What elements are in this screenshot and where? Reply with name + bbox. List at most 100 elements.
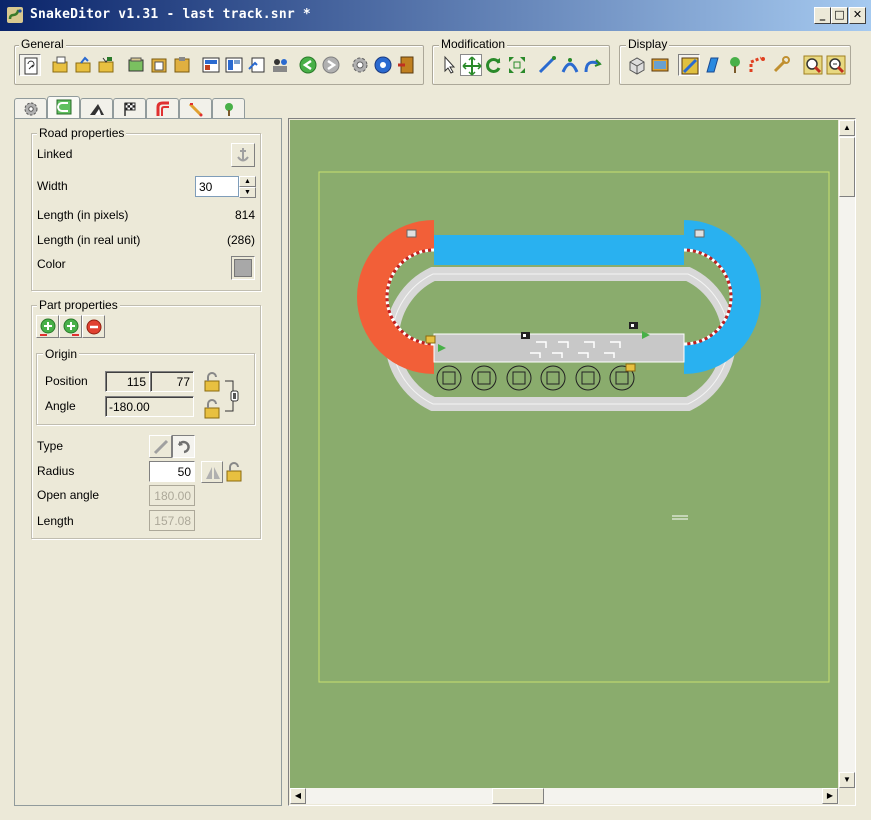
open-recent-icon[interactable] xyxy=(72,54,94,76)
scale-tool-icon[interactable] xyxy=(506,54,528,76)
width-spinner[interactable]: ▲ ▼ xyxy=(239,176,256,199)
tab-general[interactable] xyxy=(14,98,47,118)
scroll-up-icon[interactable]: ▲ xyxy=(839,120,855,136)
mirror-icon xyxy=(206,467,220,479)
zoom-out-icon[interactable] xyxy=(825,54,847,76)
gear-icon xyxy=(24,102,38,116)
position-y-field[interactable]: 77 xyxy=(150,371,194,392)
title-bar[interactable]: SnakeDitor v1.31 - last track.snr * _ □ … xyxy=(0,0,871,31)
lock-icon xyxy=(226,462,242,482)
rotate-tool-icon[interactable] xyxy=(483,54,505,76)
undo-icon[interactable] xyxy=(297,54,319,76)
layout-icon[interactable] xyxy=(223,54,245,76)
toolbar: General Modification Display xyxy=(0,31,871,91)
zoom-in-icon[interactable] xyxy=(802,54,824,76)
length-label: Length xyxy=(37,514,74,528)
origin-legend: Origin xyxy=(43,347,80,361)
open-angle-label: Open angle xyxy=(37,488,100,502)
open-angle-field[interactable]: 180.00 xyxy=(149,485,195,506)
modification-label: Modification xyxy=(439,37,508,51)
paste-icon[interactable] xyxy=(148,54,170,76)
radius-lock-button[interactable] xyxy=(223,461,245,483)
angle-field[interactable]: -180.00 xyxy=(105,396,194,417)
vertical-scrollbar[interactable]: ▲ ▼ xyxy=(839,120,855,788)
radius-field[interactable]: 50 xyxy=(149,461,195,482)
road-view-icon[interactable] xyxy=(678,54,700,76)
tab-scenery[interactable] xyxy=(212,98,245,118)
close-button[interactable]: ✕ xyxy=(849,7,866,24)
scroll-down-icon[interactable]: ▼ xyxy=(839,772,855,788)
help-icon[interactable] xyxy=(372,54,394,76)
modification-group xyxy=(432,45,610,85)
position-x-field[interactable]: 115 xyxy=(105,371,150,392)
scroll-left-icon[interactable]: ◀ xyxy=(290,788,306,804)
width-input[interactable]: 30 xyxy=(195,176,239,197)
angle-lock-button[interactable] xyxy=(201,398,223,420)
track-drawing[interactable] xyxy=(290,120,838,788)
tab-measure[interactable] xyxy=(179,98,212,118)
move-tool-icon[interactable] xyxy=(460,54,482,76)
horizontal-scrollbar[interactable]: ◀ ▶ xyxy=(290,788,839,804)
users-icon[interactable] xyxy=(269,54,291,76)
copy-icon[interactable] xyxy=(125,54,147,76)
general-group xyxy=(14,45,424,85)
draw-curve-icon[interactable] xyxy=(582,54,604,76)
length-pixels-label: Length (in pixels) xyxy=(37,208,129,222)
tab-start[interactable] xyxy=(113,98,146,118)
position-lock-button[interactable] xyxy=(201,371,223,393)
track-canvas[interactable] xyxy=(290,120,838,788)
chain-link-icon[interactable] xyxy=(223,377,243,415)
tab-curbs[interactable] xyxy=(146,98,179,118)
add-part-before-button[interactable] xyxy=(36,315,59,338)
lock-icon xyxy=(204,399,220,419)
settings-gear-icon[interactable] xyxy=(349,54,371,76)
draw-line-icon[interactable] xyxy=(536,54,558,76)
display-label: Display xyxy=(626,37,670,51)
redo-icon[interactable] xyxy=(320,54,342,76)
scroll-right-icon[interactable]: ▶ xyxy=(822,788,838,804)
draw-arc-icon[interactable] xyxy=(559,54,581,76)
open-file-icon[interactable] xyxy=(49,54,71,76)
background-image-icon[interactable] xyxy=(200,54,222,76)
add-before-icon xyxy=(40,318,56,336)
type-straight-button[interactable] xyxy=(149,435,172,458)
tab-elevation[interactable] xyxy=(80,98,113,118)
mirror-button[interactable] xyxy=(201,461,223,483)
maximize-button[interactable]: □ xyxy=(831,7,848,24)
horizontal-scroll-thumb[interactable] xyxy=(492,788,544,804)
remove-part-button[interactable] xyxy=(82,315,105,338)
3d-view-icon[interactable] xyxy=(626,54,648,76)
color-swatch[interactable] xyxy=(231,256,255,280)
minimize-button[interactable]: _ xyxy=(814,7,831,24)
vertical-scroll-thumb[interactable] xyxy=(839,137,855,197)
lock-icon xyxy=(204,372,220,392)
tree-view-icon[interactable] xyxy=(724,54,746,76)
add-part-after-button[interactable] xyxy=(59,315,82,338)
export-icon[interactable] xyxy=(246,54,268,76)
spin-down-icon[interactable]: ▼ xyxy=(239,187,256,198)
part-view-icon[interactable] xyxy=(701,54,723,76)
pointer-tool-icon[interactable] xyxy=(438,54,460,76)
property-panel: Road properties Linked Width 30 ▲ ▼ Leng… xyxy=(14,118,282,806)
curb-view-icon[interactable] xyxy=(747,54,769,76)
add-after-icon xyxy=(63,318,79,336)
image-view-icon[interactable] xyxy=(649,54,671,76)
corner-icon xyxy=(156,101,169,116)
link-button[interactable] xyxy=(231,143,255,167)
clipboard-icon[interactable] xyxy=(171,54,193,76)
remove-icon xyxy=(86,319,102,335)
type-arc-button[interactable] xyxy=(172,435,195,458)
start-straight-segment[interactable] xyxy=(433,333,685,363)
tab-road[interactable] xyxy=(47,96,80,119)
road-properties-legend: Road properties xyxy=(37,126,127,140)
save-file-icon[interactable] xyxy=(95,54,117,76)
exit-icon[interactable] xyxy=(395,54,417,76)
type-label: Type xyxy=(37,439,64,453)
blue-straight-segment[interactable] xyxy=(434,235,684,265)
new-file-icon[interactable] xyxy=(19,54,41,76)
width-label: Width xyxy=(37,179,68,193)
length-field[interactable]: 157.08 xyxy=(149,510,195,531)
tools-view-icon[interactable] xyxy=(770,54,792,76)
window-title: SnakeDitor v1.31 - last track.snr * xyxy=(30,7,311,22)
spin-up-icon[interactable]: ▲ xyxy=(239,176,256,187)
